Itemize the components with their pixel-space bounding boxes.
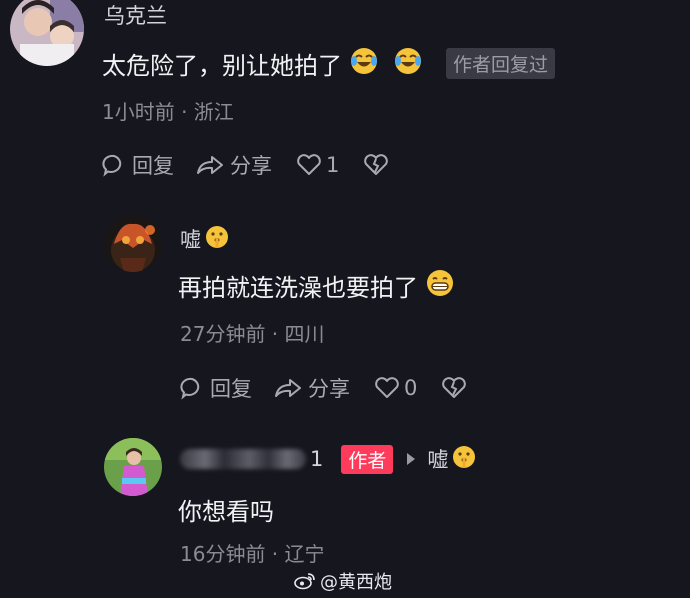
reply-to-user[interactable]: 嘘	[427, 444, 448, 474]
share-icon	[196, 153, 224, 177]
reply-button[interactable]: 回复	[180, 373, 252, 403]
avatar[interactable]	[10, 0, 84, 66]
avatar[interactable]	[104, 438, 162, 496]
reply-icon	[180, 376, 204, 400]
blurred-name-mask	[180, 449, 306, 469]
comment-1: 乌克兰 太危险了，别让她拍了 作者回复过 1小时前 · 浙江 回复 分享 1	[0, 0, 690, 200]
shushing-face-emoji	[452, 445, 476, 474]
username[interactable]: 乌克兰	[104, 0, 167, 30]
username-blurred[interactable]: 1	[180, 447, 323, 471]
comment-2: 嘘 再拍就连洗澡也要拍了 27分钟前 · 四川 回复 分享 0	[0, 200, 690, 420]
reply-button[interactable]: 回复	[102, 150, 174, 180]
broken-heart-icon	[441, 376, 467, 400]
like-button[interactable]: 1	[296, 153, 339, 177]
like-button[interactable]: 0	[374, 376, 417, 400]
reply-icon	[102, 153, 126, 177]
share-button[interactable]: 分享	[274, 373, 350, 403]
dislike-button[interactable]	[363, 153, 389, 177]
comment-text-row: 太危险了，别让她拍了 作者回复过	[102, 46, 556, 81]
comment-meta: 16分钟前 · 辽宁	[180, 542, 325, 566]
shushing-face-emoji	[205, 225, 229, 254]
comment-actions: 回复 分享 0	[180, 373, 467, 403]
author-replied-badge: 作者回复过	[446, 48, 556, 79]
like-count: 1	[326, 153, 340, 177]
reply-arrow-icon	[405, 452, 417, 466]
watermark: @黄西炮	[294, 568, 392, 594]
username[interactable]: 嘘	[180, 224, 201, 254]
grinning-teeth-emoji	[426, 269, 454, 303]
laughing-tears-emoji	[394, 47, 422, 81]
broken-heart-icon	[363, 153, 389, 177]
share-label: 分享	[308, 377, 350, 401]
comment-meta: 1小时前 · 浙江	[102, 100, 234, 124]
weibo-icon	[294, 572, 316, 590]
like-count: 0	[404, 376, 418, 400]
username-row[interactable]: 嘘	[180, 224, 229, 254]
dislike-button[interactable]	[441, 376, 467, 400]
heart-icon	[374, 376, 400, 400]
watermark-text: @黄西炮	[320, 572, 392, 593]
share-icon	[274, 376, 302, 400]
comment-text: 太危险了，别让她拍了	[102, 52, 342, 80]
comment-text: 再拍就连洗澡也要拍了	[178, 274, 418, 302]
share-button[interactable]: 分享	[196, 150, 272, 180]
share-label: 分享	[230, 154, 272, 178]
laughing-tears-emoji	[350, 47, 378, 81]
reply-label: 回复	[210, 377, 252, 401]
author-badge: 作者	[341, 444, 394, 474]
comment-text: 你想看吗	[178, 498, 274, 526]
comment-text-row: 再拍就连洗澡也要拍了	[178, 268, 454, 303]
username-row: 1 作者 嘘	[180, 444, 476, 474]
reply-label: 回复	[132, 154, 174, 178]
username: 1	[310, 447, 324, 471]
comment-meta: 27分钟前 · 四川	[180, 322, 325, 346]
comment-actions: 回复 分享 1	[102, 150, 389, 180]
avatar[interactable]	[104, 214, 162, 272]
heart-icon	[296, 153, 322, 177]
